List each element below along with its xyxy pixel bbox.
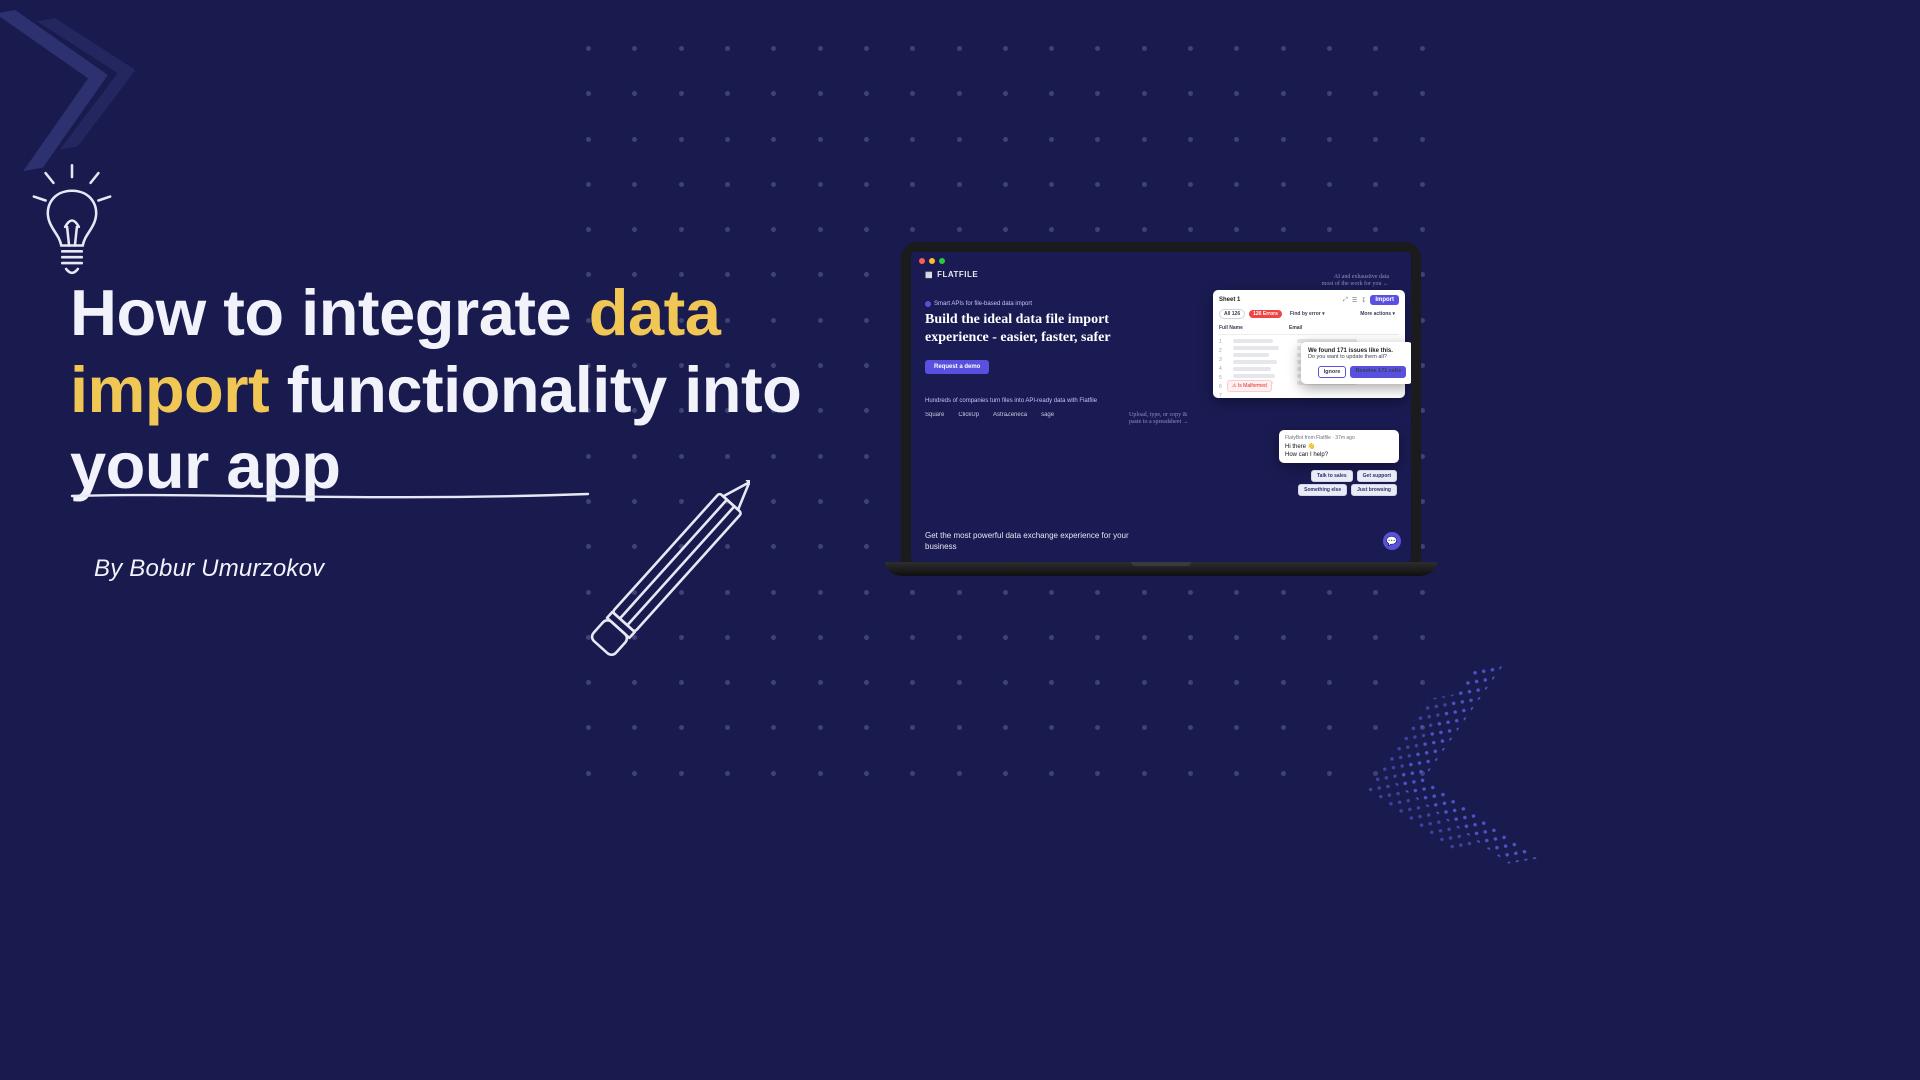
ignore-button[interactable]: Ignore [1318,366,1347,378]
hand-note-mid: Upload, type, or copy & paste to a sprea… [1129,412,1189,426]
headline-block: How to integrate data import functionali… [70,275,850,505]
sheet-icon-3[interactable]: ↧ [1361,297,1366,304]
chip-talk-to-sales[interactable]: Talk to sales [1311,470,1353,482]
headline-underline-sketch [70,490,590,504]
chip-something-else[interactable]: Something else [1298,484,1347,496]
laptop-screen: ▦ FLATFILE Smart APIs for file-based dat… [911,252,1411,562]
lightbulb-sketch-icon [28,162,116,282]
sheet-icon-2[interactable]: ☰ [1352,297,1357,304]
laptop-mockup: ▦ FLATFILE Smart APIs for file-based dat… [901,242,1421,576]
byline: By Bobur Umurzokov [94,555,324,583]
chat-chips-row2: Something else Just browsing [1298,484,1397,496]
pencil-sketch-icon [560,480,750,695]
fix-popover: We found 171 issues like this. Do you wa… [1301,342,1411,384]
chat-line-2: How can I help? [1285,452,1393,458]
col-fullname: Full Name [1219,325,1289,331]
product-section-2: Get the most powerful data exchange expe… [925,530,1130,552]
chat-bubble-icon[interactable]: 💬 [1383,532,1401,550]
headline-part1: How to integrate [70,276,589,349]
find-by-error[interactable]: Find by error ▾ [1286,310,1329,318]
laptop-lid: ▦ FLATFILE Smart APIs for file-based dat… [901,242,1421,562]
more-actions[interactable]: More actions ▾ [1356,310,1399,318]
request-demo-button[interactable]: Request a demo [925,360,989,374]
chat-line-1: Hi there 👋 [1285,443,1393,450]
chip-just-browsing[interactable]: Just browsing [1351,484,1397,496]
resolve-button[interactable]: Resolve 171 cells [1350,366,1406,378]
col-email: Email [1289,325,1302,331]
chip-get-support[interactable]: Get support [1357,470,1397,482]
sheet-icon-1[interactable]: ⤢ [1343,297,1348,304]
chat-meta: FlatyBot from Flatfile · 37m ago [1285,435,1393,441]
errors-pill[interactable]: 126 Errors [1249,310,1282,318]
malformed-warning: Is Malformed [1227,380,1272,392]
sheet-import-button[interactable]: Import [1370,295,1399,305]
chevron-decor-bottom-right [1319,647,1574,902]
laptop-base [885,562,1437,576]
fix-question: Do you want to update them all? [1308,354,1387,360]
sheet-title: Sheet 1 [1219,297,1240,303]
product-hero: Build the ideal data file import experie… [925,311,1115,346]
headline: How to integrate data import functionali… [70,275,850,505]
chat-chips-row1: Talk to sales Get support [1311,470,1397,482]
window-traffic-lights [919,258,945,264]
chat-card: FlatyBot from Flatfile · 37m ago Hi ther… [1279,430,1399,463]
hand-note-top: AI and exhaustive data most of the work … [1322,274,1389,288]
